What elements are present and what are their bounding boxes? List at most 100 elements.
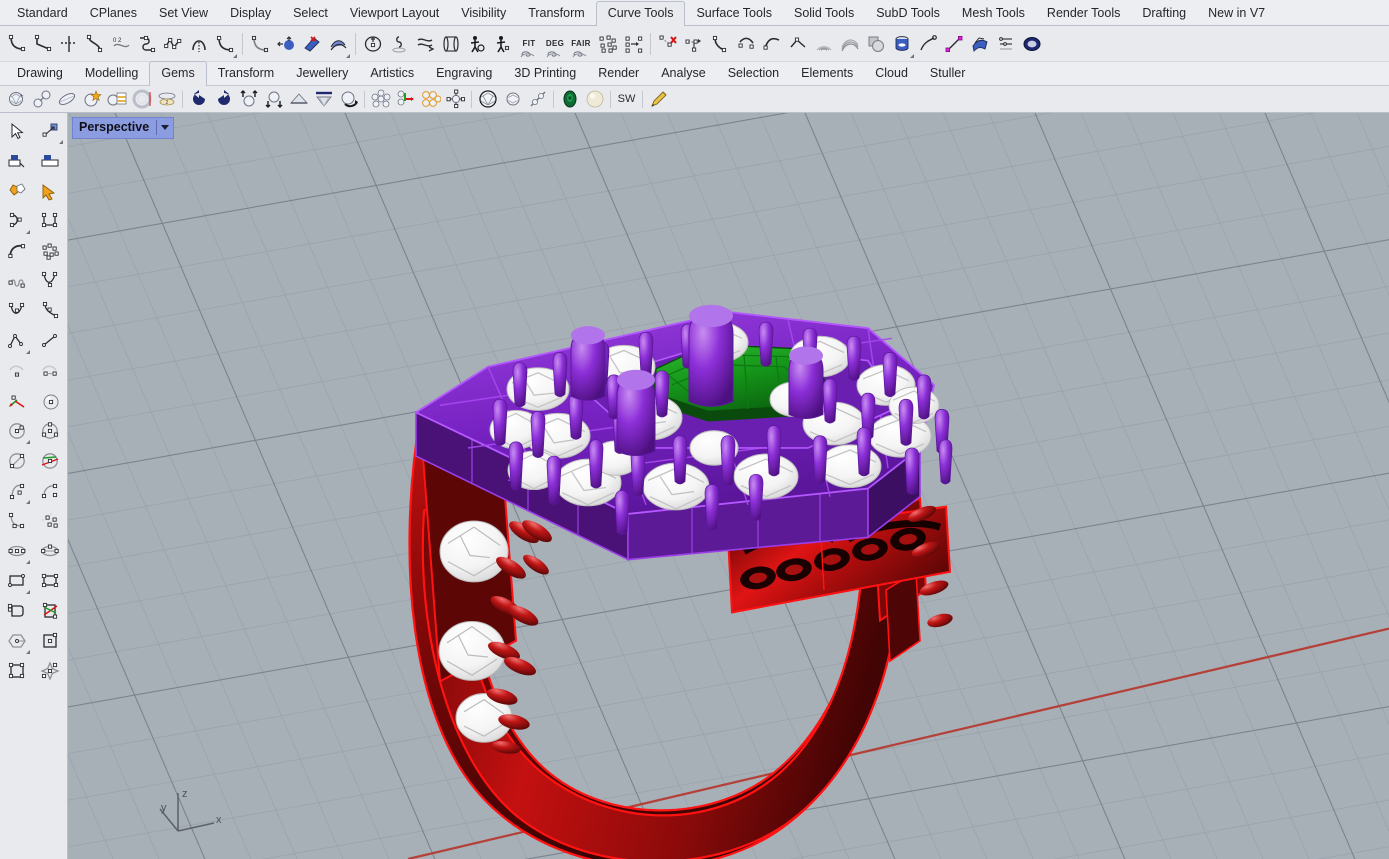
curvature-analysis-icon[interactable] <box>837 29 863 59</box>
tab-new-in-v7[interactable]: New in V7 <box>1197 2 1276 25</box>
blend-curves-icon[interactable] <box>82 29 108 59</box>
parabola-vertex-icon[interactable] <box>3 296 31 325</box>
tab-engraving[interactable]: Engraving <box>425 62 503 85</box>
tab-mesh-tools[interactable]: Mesh Tools <box>951 2 1036 25</box>
lower-gem-icon[interactable] <box>261 88 286 111</box>
curve-boolean-icon[interactable] <box>247 29 273 59</box>
sphere-point-icon[interactable] <box>36 386 64 415</box>
tab-select[interactable]: Select <box>282 2 339 25</box>
tab-selection[interactable]: Selection <box>717 62 790 85</box>
sw-library-icon[interactable]: SW <box>614 88 639 111</box>
emerald-cabochon-icon[interactable] <box>557 88 582 111</box>
select-window-icon[interactable] <box>36 116 64 145</box>
raise-gem-icon[interactable] <box>236 88 261 111</box>
gem-cutter-icon[interactable] <box>286 88 311 111</box>
flyout-arrow-icon[interactable] <box>26 440 30 444</box>
rectangle-3point-icon[interactable] <box>36 566 64 595</box>
ellipse-center-icon[interactable] <box>3 536 31 565</box>
flyout-arrow-icon[interactable] <box>26 230 30 234</box>
select-point-arrow-icon[interactable] <box>36 176 64 205</box>
pearl-icon[interactable] <box>582 88 607 111</box>
conic-icon[interactable] <box>36 296 64 325</box>
viewport-title[interactable]: Perspective <box>72 117 175 139</box>
circle-3point-icon[interactable] <box>36 416 64 445</box>
flyout-arrow-icon[interactable] <box>26 500 30 504</box>
tab-transform[interactable]: Transform <box>517 2 596 25</box>
curve-closed-loop-icon[interactable] <box>1019 29 1045 59</box>
tab-jewellery[interactable]: Jewellery <box>285 62 359 85</box>
gem-table-flatten-icon[interactable] <box>311 88 336 111</box>
pipe-along-curve-icon[interactable] <box>889 29 915 59</box>
curve-control-points-icon[interactable] <box>36 206 64 235</box>
curve-flow-icon[interactable] <box>412 29 438 59</box>
rounded-rectangle-icon[interactable] <box>3 596 31 625</box>
tab-render-tools[interactable]: Render Tools <box>1036 2 1131 25</box>
tab-subd-tools[interactable]: SubD Tools <box>865 2 951 25</box>
arc-start-end-icon[interactable] <box>36 476 64 505</box>
tab-visibility[interactable]: Visibility <box>450 2 517 25</box>
rotate-gem-ccw-icon[interactable] <box>186 88 211 111</box>
project-to-surface-icon[interactable] <box>273 29 299 59</box>
gem-render-icon[interactable] <box>475 88 500 111</box>
unroll-developable-icon[interactable] <box>438 29 464 59</box>
point-object-icon[interactable] <box>3 386 31 415</box>
fillet-curves-icon[interactable] <box>4 29 30 59</box>
polygon-edge-icon[interactable] <box>36 626 64 655</box>
select-arrow-icon[interactable] <box>3 116 31 145</box>
curve-sketch-icon[interactable] <box>3 236 31 265</box>
gem-array-axis-icon[interactable] <box>393 88 418 111</box>
scatter-gems-icon[interactable] <box>443 88 468 111</box>
arc-center-icon[interactable] <box>3 476 31 505</box>
square-icon[interactable] <box>3 656 31 685</box>
arc-tangent-icon[interactable] <box>3 506 31 535</box>
circle-tangent-icon[interactable] <box>36 446 64 475</box>
insert-kink-icon[interactable] <box>785 29 811 59</box>
polyline-icon[interactable] <box>3 326 31 355</box>
flyout-arrow-icon[interactable] <box>26 350 30 354</box>
tween-curves-icon[interactable] <box>915 29 941 59</box>
connect-curves-icon[interactable] <box>134 29 160 59</box>
curve-interp-icon[interactable] <box>3 206 31 235</box>
gem-ring-layout-icon[interactable] <box>129 88 154 111</box>
tab-set-view[interactable]: Set View <box>148 2 219 25</box>
tab-3d-printing[interactable]: 3D Printing <box>503 62 587 85</box>
fit-curve-icon[interactable]: FIT <box>516 29 542 59</box>
cross-section-profiles-icon[interactable] <box>386 29 412 59</box>
remove-control-point-icon[interactable] <box>759 29 785 59</box>
gem-small-icon[interactable] <box>500 88 525 111</box>
gem-wizard-icon[interactable] <box>79 88 104 111</box>
match-curve-icon[interactable]: 0 2 <box>108 29 134 59</box>
arc-blend-icon[interactable] <box>186 29 212 59</box>
tab-stuller[interactable]: Stuller <box>919 62 976 85</box>
extend-curve-icon[interactable] <box>325 29 351 59</box>
curve-points-multi-icon[interactable] <box>36 236 64 265</box>
fair-curve-icon[interactable]: FAIR <box>568 29 594 59</box>
rectangle-corner-icon[interactable] <box>3 566 31 595</box>
flyout-arrow-icon[interactable] <box>26 590 30 594</box>
gem-cluster-icon[interactable] <box>368 88 393 111</box>
curve-curvature-icon[interactable] <box>811 29 837 59</box>
arc-free-icon[interactable] <box>3 356 31 385</box>
pave-gems-icon[interactable] <box>418 88 443 111</box>
select-group-icon[interactable] <box>3 176 31 205</box>
insert-control-point-icon[interactable] <box>707 29 733 59</box>
tab-drafting[interactable]: Drafting <box>1131 2 1197 25</box>
polygon-icon[interactable] <box>3 626 31 655</box>
flyout-arrow-icon[interactable] <box>26 560 30 564</box>
rotate-gem-cw-icon[interactable] <box>211 88 236 111</box>
perspective-viewport[interactable]: Perspective z x y <box>68 113 1389 859</box>
tab-standard[interactable]: Standard <box>6 2 79 25</box>
circle-diameter-icon[interactable] <box>3 446 31 475</box>
tab-display[interactable]: Display <box>219 2 282 25</box>
flyout-arrow-icon[interactable] <box>26 650 30 654</box>
gem-report-icon[interactable]: 2 <box>154 88 179 111</box>
insert-knot-icon[interactable] <box>620 29 646 59</box>
tab-curve-tools[interactable]: Curve Tools <box>595 1 686 26</box>
rebuild-curve-person-icon[interactable] <box>464 29 490 59</box>
tab-transform[interactable]: Transform <box>207 62 286 85</box>
add-gem-icon[interactable]: + <box>4 88 29 111</box>
flyout-arrow-icon[interactable] <box>59 140 63 144</box>
chamfer-curves-icon[interactable] <box>30 29 56 59</box>
insert-edit-point-icon[interactable] <box>733 29 759 59</box>
arc-points-icon[interactable] <box>36 506 64 535</box>
